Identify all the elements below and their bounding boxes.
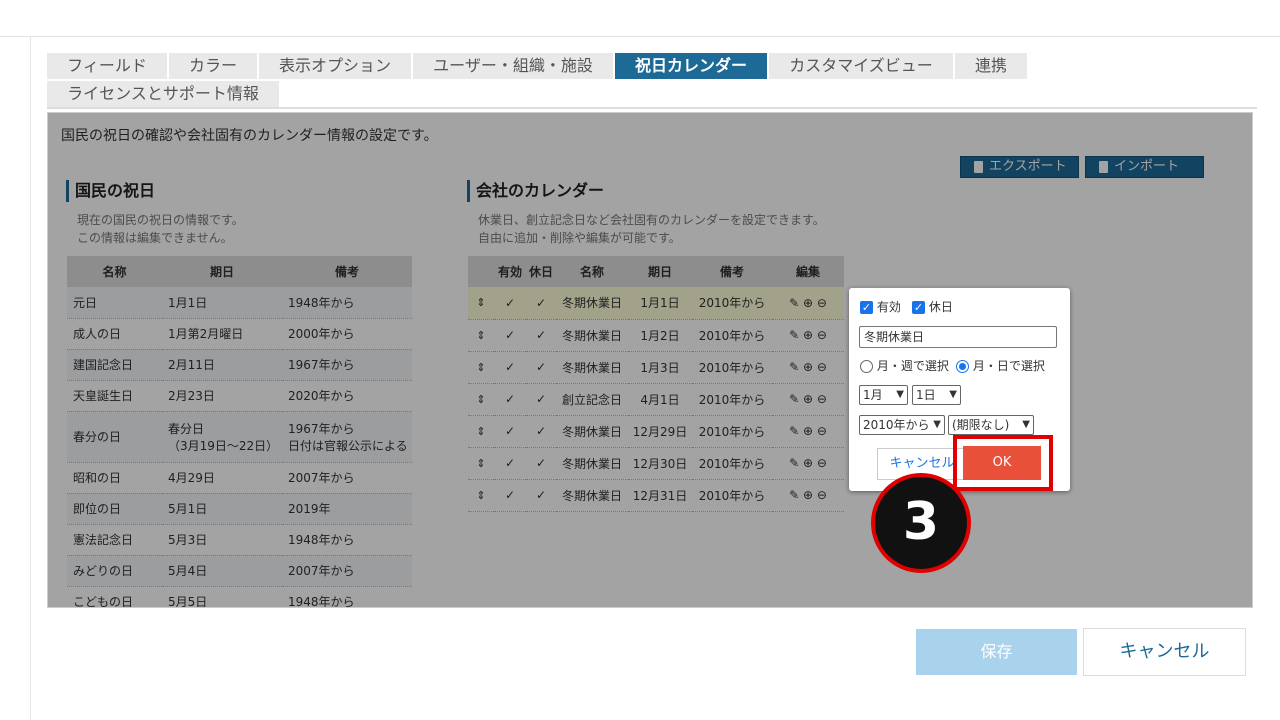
cancel-button[interactable]: キャンセル: [1083, 628, 1246, 676]
week-radio[interactable]: [860, 360, 873, 373]
until-value: (期限なし): [952, 418, 1010, 432]
valid-option[interactable]: ✓ 有効: [860, 298, 901, 315]
tab-holiday-calendar[interactable]: 祝日カレンダー: [615, 53, 767, 79]
top-divider: [0, 36, 1280, 37]
day-radio-label: 月・日で選択: [972, 359, 1045, 373]
tab-underline: [47, 107, 1257, 109]
day-radio[interactable]: [956, 360, 969, 373]
holiday-option[interactable]: ✓ 休日: [912, 298, 953, 315]
tab-color[interactable]: カラー: [169, 53, 257, 79]
modal-overlay: [48, 113, 1252, 607]
chevron-down-icon: ▼: [896, 389, 904, 400]
week-select-option[interactable]: 月・週で選択: [860, 357, 949, 374]
left-divider: [30, 37, 31, 720]
tab-field[interactable]: フィールド: [47, 53, 167, 79]
chevron-down-icon: ▼: [933, 419, 941, 430]
from-year-select[interactable]: 2010年から ▼: [859, 415, 945, 435]
step-number-badge: 3: [871, 473, 971, 573]
day-select-option[interactable]: 月・日で選択: [956, 357, 1045, 374]
holiday-checkbox[interactable]: ✓: [912, 301, 925, 314]
from-year-value: 2010年から: [863, 418, 930, 432]
tab-display-options[interactable]: 表示オプション: [259, 53, 411, 79]
month-value: 1月: [863, 388, 883, 402]
tab-users-orgs[interactable]: ユーザー・組織・施設: [413, 53, 613, 79]
popup-ok-button[interactable]: OK: [963, 446, 1041, 480]
holiday-name-input[interactable]: 冬期休業日: [859, 326, 1057, 348]
until-select[interactable]: (期限なし) ▼: [948, 415, 1034, 435]
day-select[interactable]: 1日 ▼: [912, 385, 961, 405]
tab-license-support[interactable]: ライセンスとサポート情報: [47, 81, 279, 107]
month-select[interactable]: 1月 ▼: [859, 385, 908, 405]
valid-checkbox[interactable]: ✓: [860, 301, 873, 314]
chevron-down-icon: ▼: [949, 389, 957, 400]
chevron-down-icon: ▼: [1022, 419, 1030, 430]
tab-custom-view[interactable]: カスタマイズビュー: [769, 53, 953, 79]
holiday-calendar-panel: 国民の祝日の確認や会社固有のカレンダー情報の設定です。 エクスポート インポート…: [47, 112, 1253, 608]
tab-integration[interactable]: 連携: [955, 53, 1027, 79]
week-radio-label: 月・週で選択: [876, 359, 949, 373]
day-value: 1日: [916, 388, 936, 402]
valid-label: 有効: [876, 300, 901, 314]
save-button[interactable]: 保存: [916, 629, 1077, 675]
holiday-label: 休日: [928, 300, 953, 314]
